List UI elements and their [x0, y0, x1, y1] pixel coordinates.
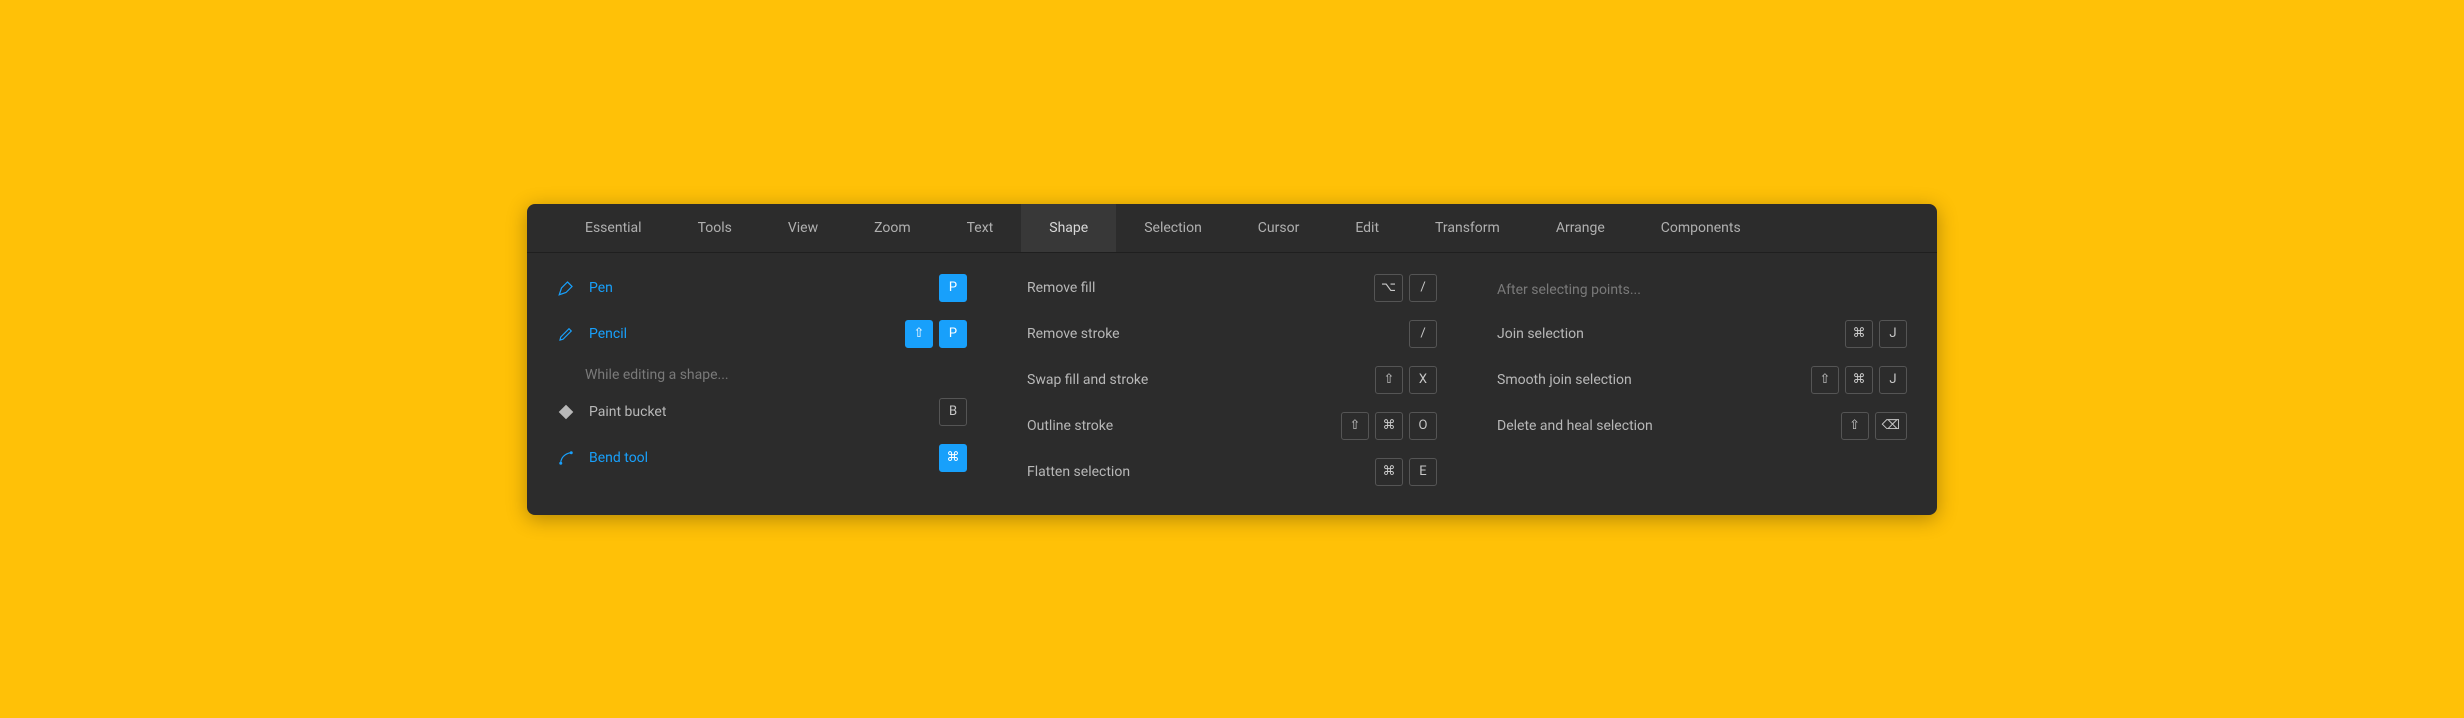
key-option: ⌥ — [1374, 274, 1403, 302]
key-shift: ⇧ — [1341, 412, 1369, 440]
tab-selection[interactable]: Selection — [1116, 204, 1230, 252]
key-j: J — [1879, 366, 1907, 394]
row-pencil[interactable]: Pencil ⇧ P — [557, 311, 967, 357]
pen-label: Pen — [589, 280, 613, 296]
key-slash: / — [1409, 320, 1437, 348]
smooth-join-selection-label: Smooth join selection — [1497, 372, 1632, 388]
bend-tool-icon — [557, 449, 575, 467]
column-1: Pen P Pencil ⇧ P — [527, 265, 997, 495]
column-3: After selecting points... Join selection… — [1467, 265, 1937, 495]
key-shift: ⇧ — [1841, 412, 1869, 440]
pencil-label: Pencil — [589, 326, 627, 342]
row-swap-fill-stroke[interactable]: Swap fill and stroke ⇧ X — [1027, 357, 1437, 403]
key-shift: ⇧ — [905, 320, 933, 348]
flatten-selection-label: Flatten selection — [1027, 464, 1130, 480]
bend-tool-label: Bend tool — [589, 450, 648, 466]
key-cmd: ⌘ — [1375, 458, 1403, 486]
remove-stroke-label: Remove stroke — [1027, 326, 1120, 342]
row-bend-tool[interactable]: Bend tool ⌘ — [557, 435, 967, 481]
key-shift: ⇧ — [1811, 366, 1839, 394]
key-cmd: ⌘ — [1375, 412, 1403, 440]
row-flatten-selection[interactable]: Flatten selection ⌘ E — [1027, 449, 1437, 495]
tabs-bar: Essential Tools View Zoom Text Shape Sel… — [527, 204, 1937, 253]
key-cmd: ⌘ — [939, 444, 967, 472]
shortcuts-panel: Essential Tools View Zoom Text Shape Sel… — [527, 204, 1937, 515]
tab-arrange[interactable]: Arrange — [1528, 204, 1633, 252]
paint-bucket-label: Paint bucket — [589, 404, 666, 420]
tab-cursor[interactable]: Cursor — [1230, 204, 1328, 252]
row-delete-heal-selection[interactable]: Delete and heal selection ⇧ ⌫ — [1497, 403, 1907, 449]
tab-essential[interactable]: Essential — [557, 204, 670, 252]
row-outline-stroke[interactable]: Outline stroke ⇧ ⌘ O — [1027, 403, 1437, 449]
hint-editing-shape: While editing a shape... — [557, 357, 967, 389]
tab-tools[interactable]: Tools — [670, 204, 760, 252]
key-x: X — [1409, 366, 1437, 394]
key-slash: / — [1409, 274, 1437, 302]
key-p: P — [939, 274, 967, 302]
pencil-icon — [557, 325, 575, 343]
tab-text[interactable]: Text — [939, 204, 1022, 252]
tab-transform[interactable]: Transform — [1407, 204, 1528, 252]
key-j: J — [1879, 320, 1907, 348]
key-p: P — [939, 320, 967, 348]
delete-heal-selection-label: Delete and heal selection — [1497, 418, 1653, 434]
shortcuts-content: Pen P Pencil ⇧ P — [527, 253, 1937, 515]
paint-bucket-icon — [557, 403, 575, 421]
row-paint-bucket[interactable]: Paint bucket B — [557, 389, 967, 435]
tab-components[interactable]: Components — [1633, 204, 1769, 252]
tab-edit[interactable]: Edit — [1327, 204, 1407, 252]
pen-icon — [557, 279, 575, 297]
row-remove-fill[interactable]: Remove fill ⌥ / — [1027, 265, 1437, 311]
key-cmd: ⌘ — [1845, 366, 1873, 394]
key-cmd: ⌘ — [1845, 320, 1873, 348]
key-o: O — [1409, 412, 1437, 440]
key-shift: ⇧ — [1375, 366, 1403, 394]
swap-fill-stroke-label: Swap fill and stroke — [1027, 372, 1148, 388]
remove-fill-label: Remove fill — [1027, 280, 1095, 296]
row-pen[interactable]: Pen P — [557, 265, 967, 311]
key-b: B — [939, 398, 967, 426]
key-backspace: ⌫ — [1875, 412, 1907, 440]
tab-view[interactable]: View — [760, 204, 846, 252]
row-remove-stroke[interactable]: Remove stroke / — [1027, 311, 1437, 357]
row-smooth-join-selection[interactable]: Smooth join selection ⇧ ⌘ J — [1497, 357, 1907, 403]
row-join-selection[interactable]: Join selection ⌘ J — [1497, 311, 1907, 357]
join-selection-label: Join selection — [1497, 326, 1584, 342]
outline-stroke-label: Outline stroke — [1027, 418, 1113, 434]
tab-shape[interactable]: Shape — [1021, 204, 1116, 252]
hint-after-selecting-points: After selecting points... — [1497, 272, 1641, 304]
tab-zoom[interactable]: Zoom — [846, 204, 939, 252]
column-2: Remove fill ⌥ / Remove stroke / Swap fil… — [997, 265, 1467, 495]
key-e: E — [1409, 458, 1437, 486]
